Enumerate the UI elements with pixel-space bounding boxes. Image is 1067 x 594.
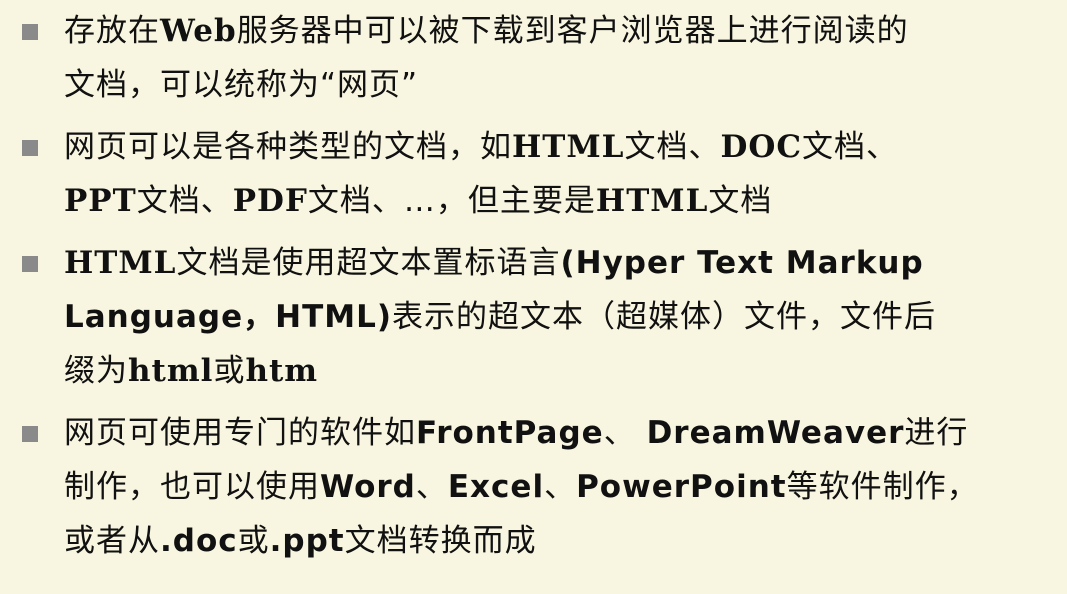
text-segment: Word bbox=[320, 469, 416, 505]
text-segment: htm bbox=[245, 353, 319, 389]
bullet-text: 存放在Web服务器中可以被下载到客户浏览器上进行阅读的 文档，可以统称为“网页” bbox=[64, 4, 1053, 112]
text-segment: 网页可以是各种类型的文档，如 bbox=[64, 129, 512, 165]
text-segment: 、 bbox=[603, 415, 647, 451]
square-bullet-icon bbox=[22, 24, 38, 40]
text-segment: 制作，也可以使用 bbox=[64, 469, 320, 505]
text-segment: 文档、 bbox=[136, 183, 233, 219]
text-segment: PPT bbox=[64, 183, 137, 219]
text-line: HTML文档是使用超文本置标语言(Hyper Text Markup bbox=[64, 236, 1053, 290]
text-segment: PowerPoint bbox=[576, 469, 787, 505]
bullet-text: 网页可以是各种类型的文档，如HTML文档、DOC文档、 PPT文档、PDF文档、… bbox=[64, 120, 1053, 228]
square-bullet-icon bbox=[22, 256, 38, 272]
text-segment: 进行 bbox=[904, 415, 969, 451]
bullet-item: 网页可使用专门的软件如FrontPage、 DreamWeaver进行 制作，也… bbox=[22, 406, 1053, 568]
text-segment: HTML bbox=[64, 245, 177, 281]
square-bullet-icon bbox=[22, 426, 38, 442]
text-segment: DreamWeaver bbox=[646, 415, 905, 451]
text-line: 网页可以是各种类型的文档，如HTML文档、DOC文档、 bbox=[64, 120, 1053, 174]
bullet-item: HTML文档是使用超文本置标语言(Hyper Text Markup Langu… bbox=[22, 236, 1053, 398]
square-bullet-icon bbox=[22, 140, 38, 156]
bullet-text: HTML文档是使用超文本置标语言(Hyper Text Markup Langu… bbox=[64, 236, 1053, 398]
text-segment: Language，HTML) bbox=[64, 299, 392, 335]
text-segment: HTML bbox=[595, 183, 709, 219]
text-segment: .ppt bbox=[269, 523, 345, 559]
text-line: Language，HTML)表示的超文本（超媒体）文件，文件后 bbox=[64, 290, 1053, 344]
text-segment: 文档 bbox=[708, 183, 773, 219]
text-segment: Excel bbox=[447, 469, 545, 505]
text-segment: 网页可使用专门的软件如 bbox=[64, 415, 416, 451]
text-segment: DOC bbox=[720, 129, 803, 165]
slide-content: 存放在Web服务器中可以被下载到客户浏览器上进行阅读的 文档，可以统称为“网页”… bbox=[0, 0, 1067, 594]
text-line: 文档，可以统称为“网页” bbox=[64, 58, 1053, 112]
text-segment: 缀为 bbox=[64, 353, 128, 389]
text-segment: 文档、 bbox=[802, 129, 899, 165]
bullet-item: 存放在Web服务器中可以被下载到客户浏览器上进行阅读的 文档，可以统称为“网页” bbox=[22, 4, 1053, 112]
text-segment: 、 bbox=[415, 469, 448, 505]
text-segment: (Hyper Text Markup bbox=[560, 245, 924, 281]
text-segment: 文档、…，但主要是 bbox=[307, 183, 596, 219]
text-segment: .doc bbox=[160, 523, 238, 559]
text-segment: HTML bbox=[512, 129, 625, 165]
text-segment: 或 bbox=[237, 523, 270, 559]
text-segment: 服务器中可以被下载到客户浏览器上进行阅读的 bbox=[236, 13, 909, 49]
text-segment: 或 bbox=[213, 353, 246, 389]
text-segment: 文档，可以统称为“网页” bbox=[64, 67, 419, 103]
text-segment: 表示的超文本（超媒体）文件，文件后 bbox=[392, 299, 936, 335]
bullet-text: 网页可使用专门的软件如FrontPage、 DreamWeaver进行 制作，也… bbox=[64, 406, 1053, 568]
text-line: 网页可使用专门的软件如FrontPage、 DreamWeaver进行 bbox=[64, 406, 1053, 460]
text-segment: FrontPage bbox=[416, 415, 604, 451]
text-segment: PDF bbox=[232, 183, 308, 219]
text-segment: 文档、 bbox=[624, 129, 721, 165]
text-segment: 或者从 bbox=[64, 523, 160, 559]
text-segment: 文档是使用超文本置标语言 bbox=[176, 245, 561, 281]
text-line: 缀为html或htm bbox=[64, 344, 1053, 398]
text-segment: 文档转换而成 bbox=[344, 523, 537, 559]
text-segment: 等软件制作， bbox=[786, 469, 979, 505]
text-line: 制作，也可以使用Word、Excel、PowerPoint等软件制作， bbox=[64, 460, 1053, 514]
text-line: 或者从.doc或.ppt文档转换而成 bbox=[64, 514, 1053, 568]
text-line: 存放在Web服务器中可以被下载到客户浏览器上进行阅读的 bbox=[64, 4, 1053, 58]
text-segment: 、 bbox=[544, 469, 577, 505]
bullet-item: 网页可以是各种类型的文档，如HTML文档、DOC文档、 PPT文档、PDF文档、… bbox=[22, 120, 1053, 228]
text-line: PPT文档、PDF文档、…，但主要是HTML文档 bbox=[64, 174, 1053, 228]
text-segment: Web bbox=[160, 13, 237, 49]
text-segment: 存放在 bbox=[64, 13, 160, 49]
text-segment: html bbox=[128, 353, 214, 389]
